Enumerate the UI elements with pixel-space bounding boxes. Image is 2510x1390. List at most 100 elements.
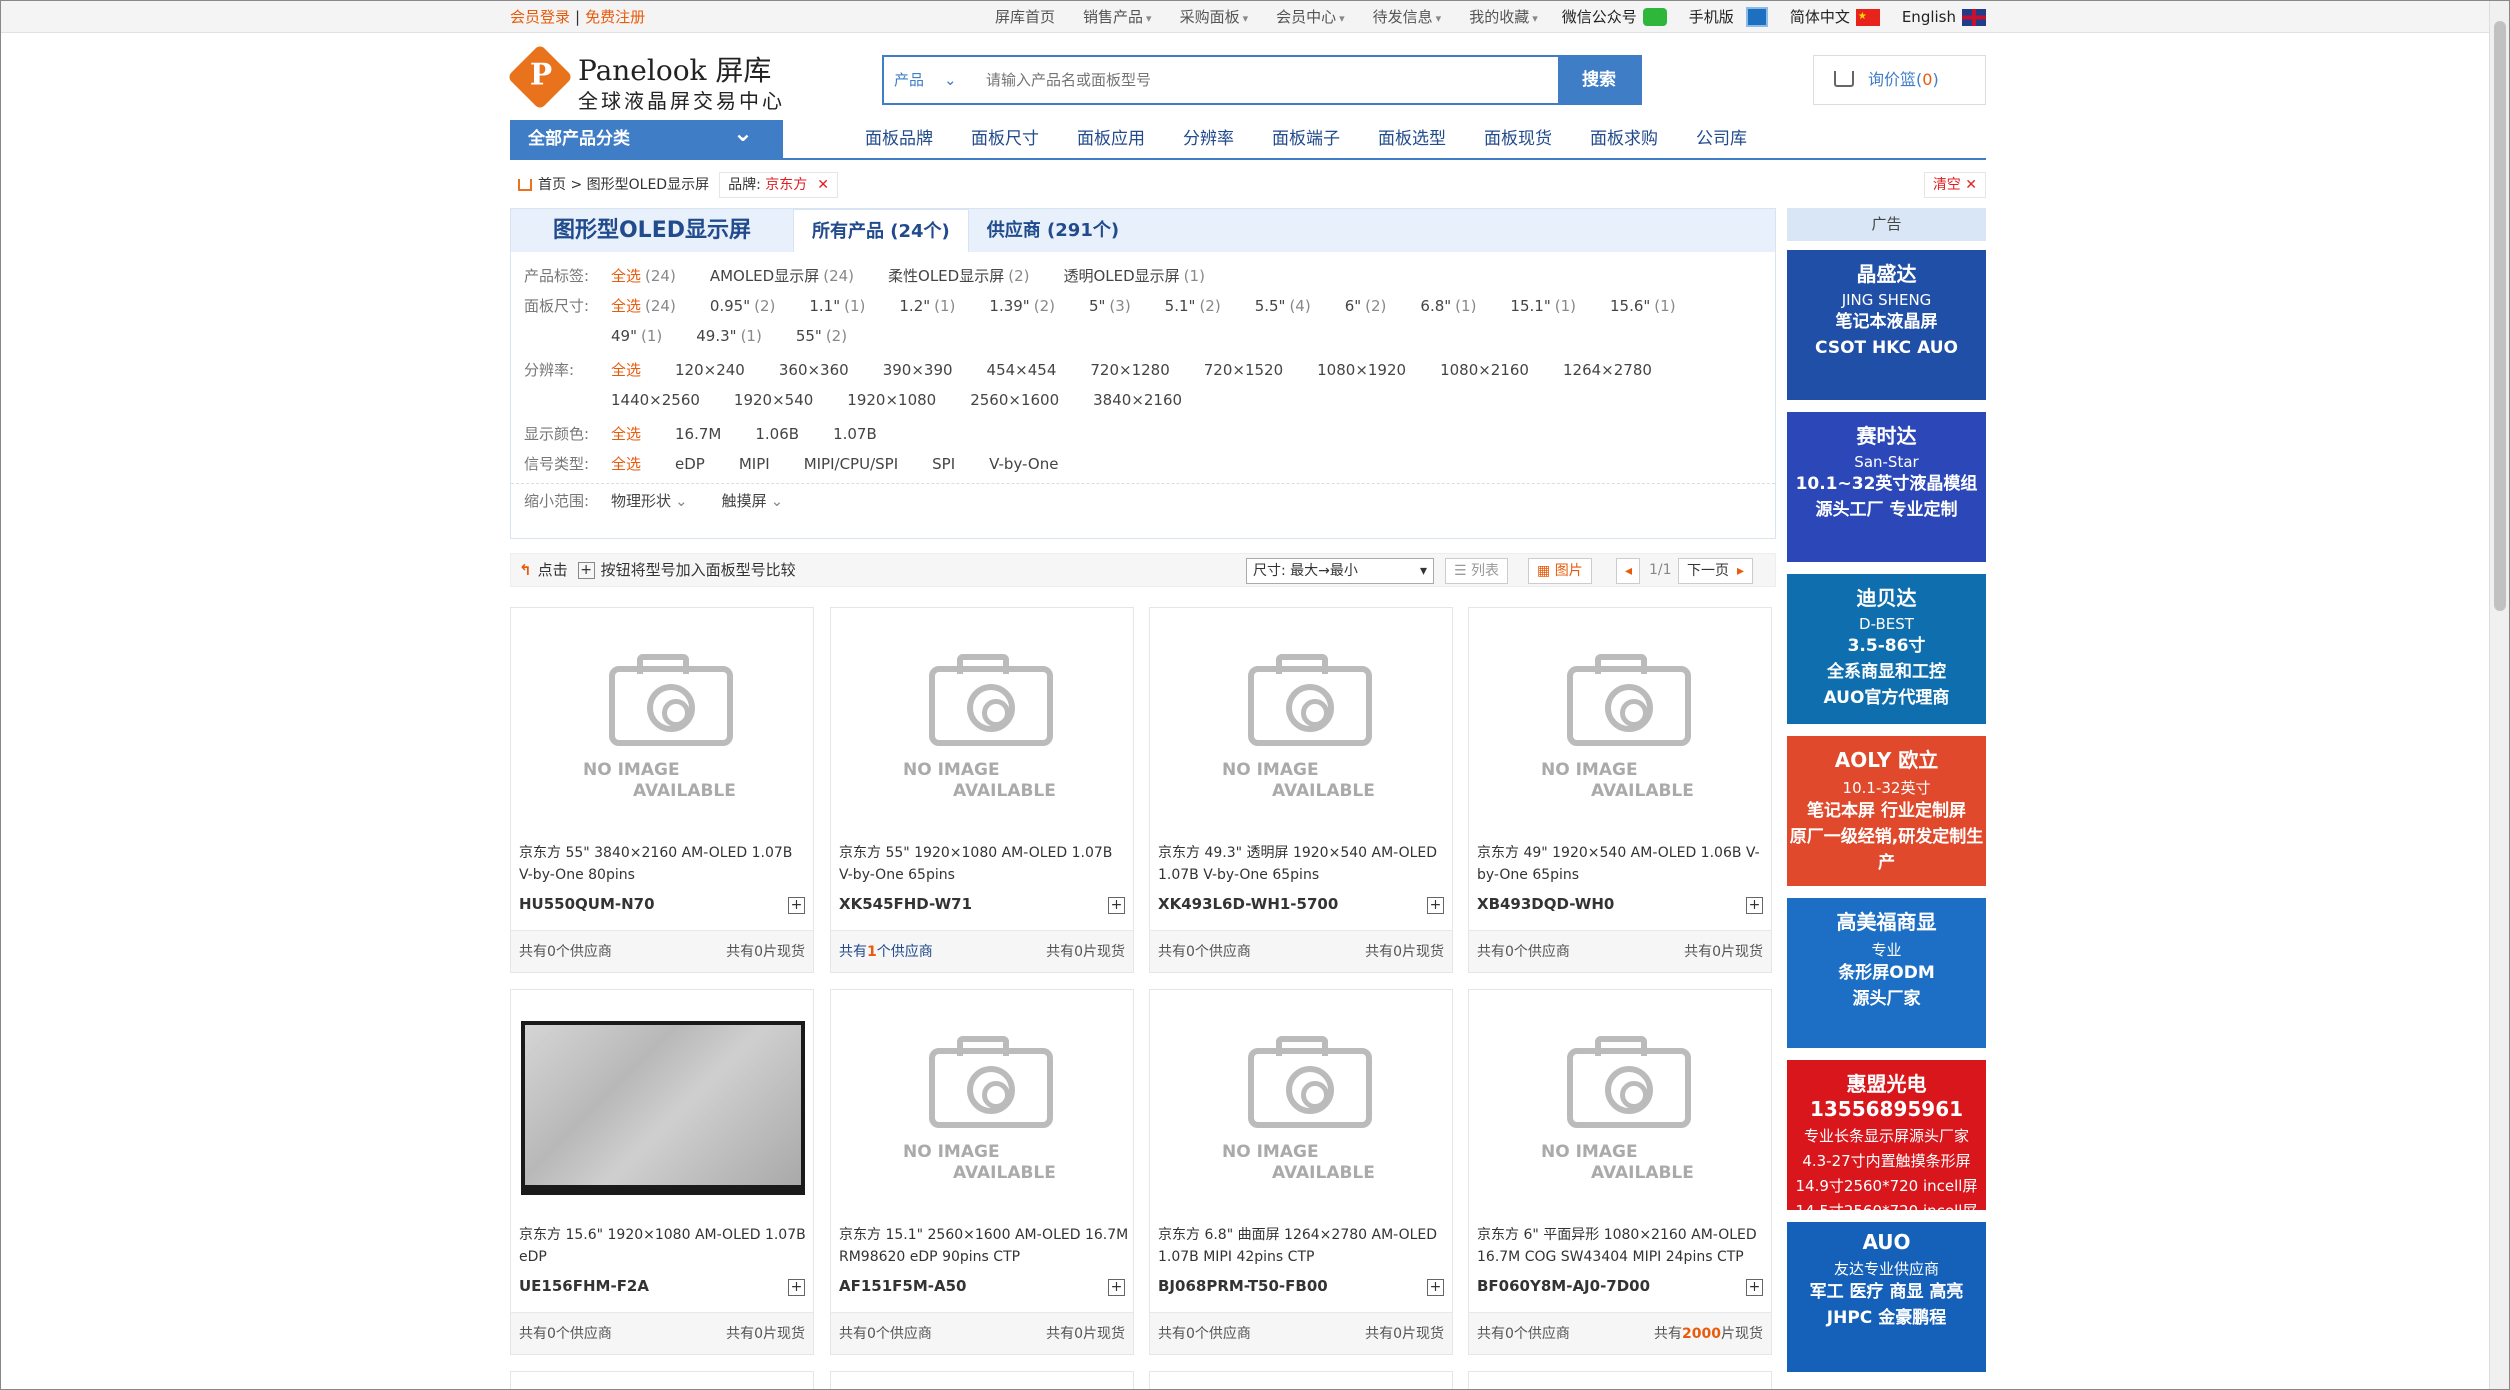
filter-option[interactable]: 1.39" (2) [989,291,1055,321]
product-card[interactable]: NO IMAGE AVAILABLE 京东方 15.1" 2560×1600 AM-… [830,989,1134,1355]
filter-option[interactable]: MIPI/CPU/SPI [804,449,898,479]
product-card[interactable]: NO IMAGE AVAILABLE 京东方 6" 平面异形 1080×2160 A… [1468,989,1772,1355]
product-model[interactable]: HU550QUM-N70 [519,895,655,913]
filter-option[interactable]: AMOLED显示屏 (24) [710,261,854,291]
mobile-link[interactable]: 手机版 [1689,1,1768,33]
tab-all-products[interactable]: 所有产品 (24个) [793,209,969,252]
product-description[interactable]: 京东方 15.1" 2560×1600 AM-OLED 16.7M RM9862… [839,1224,1129,1268]
filter-option[interactable]: SPI [932,449,955,479]
product-description[interactable]: 京东方 55" 1920×1080 AM-OLED 1.07B V-by-One… [839,842,1129,886]
filter-option[interactable]: 全选 (24) [611,261,676,291]
login-link[interactable]: 会员登录 [510,8,570,26]
narrow-shape-dropdown[interactable]: 物理形状 [611,486,688,516]
filter-option[interactable]: 49" (1) [611,321,662,351]
vertical-scrollbar[interactable] [2489,1,2509,1389]
add-to-compare-button[interactable]: + [788,1279,805,1296]
filter-option[interactable]: 1440×2560 [611,385,700,415]
nav-application[interactable]: 面板应用 [1077,120,1145,158]
add-to-compare-button[interactable]: + [1427,1279,1444,1296]
product-image[interactable]: NO IMAGE AVAILABLE [1160,1000,1444,1216]
add-to-compare-button[interactable]: + [1108,1279,1125,1296]
filter-option[interactable]: 全选 [611,419,641,449]
ad-banner[interactable]: AOLY 欧立 10.1-32英寸 笔记本屏 行业定制屏 原厂一级经销,研发定制生产 [1787,736,1986,886]
filter-option[interactable]: 390×390 [883,355,953,385]
product-card[interactable]: NO IMAGE AVAILABLE 京东方 49.3" 透明屏 1920×540 … [1149,607,1453,973]
filter-option[interactable]: 1.2" (1) [899,291,955,321]
filter-option[interactable]: 6" (2) [1345,291,1387,321]
clear-filters-button[interactable]: 清空 ✕ [1923,172,1986,198]
filter-option[interactable]: 360×360 [779,355,849,385]
filter-option[interactable]: 0.95" (2) [710,291,776,321]
filter-option[interactable]: 5" (3) [1089,291,1131,321]
filter-option[interactable]: 1080×1920 [1317,355,1406,385]
ad-banner[interactable]: 惠盟光电 13556895961 专业长条显示屏源头厂家 4.3-27寸内置触摸条形… [1787,1060,1986,1210]
remove-filter-icon[interactable]: ✕ [817,177,829,193]
inquiry-basket[interactable]: 询价篮(0) [1813,55,1986,105]
breadcrumb-home[interactable]: 首页 [538,173,566,197]
filter-option[interactable]: 15.6" (1) [1610,291,1676,321]
product-model[interactable]: BF060Y8M-AJ0-7D00 [1477,1277,1650,1295]
filter-option[interactable]: 透明OLED显示屏 (1) [1063,261,1204,291]
product-image[interactable]: NO IMAGE AVAILABLE [521,618,805,834]
filter-option[interactable]: 全选 (24) [611,291,676,321]
product-model[interactable]: UE156FHM-F2A [519,1277,649,1295]
filter-option[interactable]: 720×1520 [1204,355,1283,385]
top-nav-purchase[interactable]: 采购面板 [1180,1,1249,35]
tab-suppliers[interactable]: 供应商 (291个) [969,209,1137,252]
filter-option[interactable]: 1264×2780 [1563,355,1652,385]
search-input[interactable] [972,57,1558,103]
nav-brand[interactable]: 面板品牌 [865,120,933,158]
filter-option[interactable]: 120×240 [675,355,745,385]
product-card[interactable]: NO IMAGE AVAILABLE 京东方 55" 3840×2160 AM-OL… [510,607,814,973]
filter-option[interactable]: 1.06B [755,419,799,449]
nav-companies[interactable]: 公司库 [1696,120,1747,158]
product-image[interactable]: NO IMAGE AVAILABLE [841,618,1125,834]
lang-cn-link[interactable]: 简体中文 [1790,1,1880,33]
product-model[interactable]: XB493DQD-WH0 [1477,895,1614,913]
sort-select[interactable]: 尺寸: 最大→最小 [1246,558,1434,584]
wechat-link[interactable]: 微信公众号 [1562,1,1667,33]
product-model[interactable]: XK493L6D-WH1-5700 [1158,895,1338,913]
ad-banner[interactable]: 晶盛达 JING SHENG 笔记本液晶屏 CSOT HKC AUO [1787,250,1986,400]
ad-banner[interactable]: 高美福商显 专业 条形屏ODM 源头厂家 [1787,898,1986,1048]
product-image[interactable]: NO IMAGE AVAILABLE [1160,618,1444,834]
lang-en-link[interactable]: English [1902,1,1986,33]
product-image[interactable]: NO IMAGE AVAILABLE [1479,618,1763,834]
narrow-touch-dropdown[interactable]: 触摸屏 [722,486,784,516]
nav-selection[interactable]: 面板选型 [1378,120,1446,158]
product-description[interactable]: 京东方 15.6" 1920×1080 AM-OLED 1.07B eDP [519,1224,809,1268]
breadcrumb-section[interactable]: 图形型OLED显示屏 [587,173,709,197]
supplier-count[interactable]: 共有1个供应商 [839,931,933,973]
product-description[interactable]: 京东方 6" 平面异形 1080×2160 AM-OLED 16.7M COG … [1477,1224,1767,1268]
search-button[interactable]: 搜索 [1558,57,1640,103]
filter-option[interactable]: V-by-One [989,449,1058,479]
filter-option[interactable]: 3840×2160 [1093,385,1182,415]
search-category-select[interactable]: 产品 [884,57,972,103]
add-to-compare-button[interactable]: + [788,897,805,914]
add-to-compare-button[interactable]: + [1427,897,1444,914]
product-image[interactable]: NO IMAGE AVAILABLE [1479,1000,1763,1216]
ad-banner[interactable]: AUO 友达专业供应商 军工 医疗 商显 高亮 JHPC 金豪鹏程 [1787,1222,1986,1372]
filter-option[interactable]: 49.3" (1) [696,321,762,351]
filter-option[interactable]: 全选 [611,449,641,479]
list-view-button[interactable]: ☰ 列表 [1445,558,1509,584]
product-card[interactable]: NO IMAGE AVAILABLE 京东方 6.8" 曲面屏 1264×2780 … [1149,989,1453,1355]
filter-option[interactable]: 2560×1600 [970,385,1059,415]
top-nav-sales[interactable]: 销售产品 [1083,1,1152,35]
product-model[interactable]: XK545FHD-W71 [839,895,972,913]
filter-option[interactable]: MIPI [739,449,770,479]
scrollbar-thumb[interactable] [2494,21,2506,611]
filter-option[interactable]: eDP [675,449,705,479]
nav-wanted[interactable]: 面板求购 [1590,120,1658,158]
top-nav-home[interactable]: 屏库首页 [995,1,1055,35]
nav-size[interactable]: 面板尺寸 [971,120,1039,158]
nav-connector[interactable]: 面板端子 [1272,120,1340,158]
all-categories-button[interactable]: 全部产品分类 [510,114,783,158]
filter-option[interactable]: 1080×2160 [1440,355,1529,385]
nav-stock[interactable]: 面板现货 [1484,120,1552,158]
product-card[interactable]: NO IMAGE AVAILABLE 京东方 49" 1920×540 AM-OLE… [1468,607,1772,973]
filter-option[interactable]: 720×1280 [1090,355,1169,385]
product-description[interactable]: 京东方 6.8" 曲面屏 1264×2780 AM-OLED 1.07B MIP… [1158,1224,1448,1268]
product-description[interactable]: 京东方 49" 1920×540 AM-OLED 1.06B V-by-One … [1477,842,1767,886]
filter-option[interactable]: 1.1" (1) [809,291,865,321]
